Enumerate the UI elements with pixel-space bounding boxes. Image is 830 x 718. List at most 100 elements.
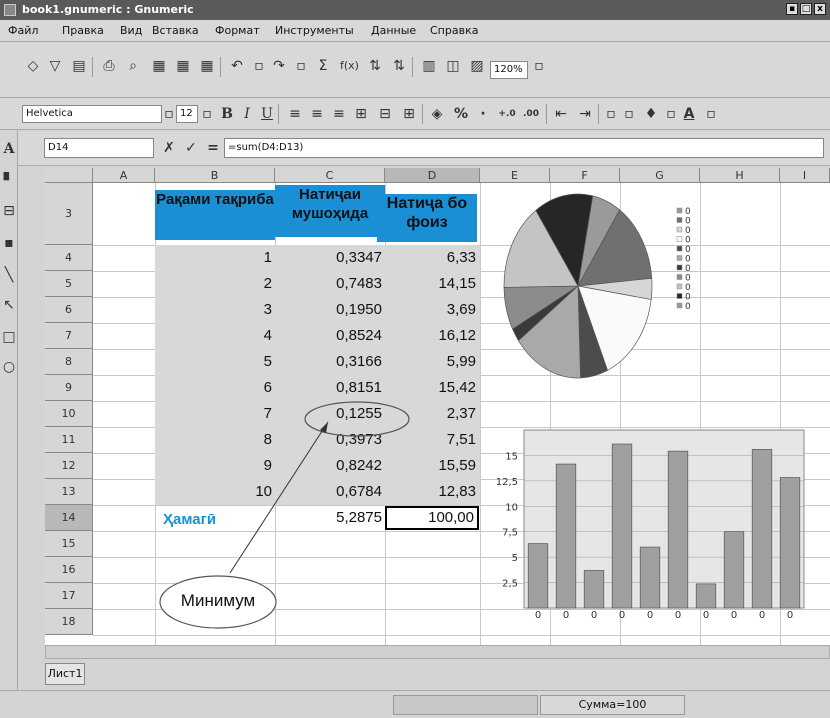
legend-swatch [676,207,683,214]
unmerge-icon[interactable]: ⊞ [400,105,418,123]
size-dropdown-icon[interactable]: ▫ [198,105,216,123]
bar [583,570,605,609]
legend-label: 0 [685,226,691,236]
bold-button[interactable]: B [218,105,236,123]
indent-increase-icon[interactable]: ⇥ [576,105,594,123]
graph-icon[interactable]: ▨ [468,57,486,75]
font-name-field[interactable]: Helvetica [22,105,162,123]
window-menu-icon[interactable] [4,4,16,16]
indent-decrease-icon[interactable]: ⇤ [552,105,570,123]
thousands-button[interactable]: · [474,105,492,123]
equals-button[interactable]: = [204,139,222,157]
legend-label: 0 [685,283,691,293]
percent-button[interactable]: % [452,105,470,123]
function-icon[interactable]: f(x) [340,57,359,75]
menu-view[interactable]: Вид [120,24,142,37]
label-tool-icon[interactable]: ▘ [0,172,18,190]
arrow-tool-icon[interactable]: ↖ [0,296,18,314]
borders-dropdown-icon[interactable]: ▫ [620,105,638,123]
italic-button[interactable]: I [238,105,256,123]
zoom-dropdown-icon[interactable]: ▫ [530,57,548,75]
menu-help[interactable]: Справка [430,24,478,37]
undo-icon[interactable]: ↶ [228,57,246,75]
menu-file[interactable]: Файл [8,24,38,37]
print-preview-icon[interactable]: ⌕ [124,57,142,75]
center-across-icon[interactable]: ⊟ [376,105,394,123]
legend-swatch [676,245,683,252]
close-button[interactable]: x [814,3,826,15]
open-icon[interactable]: ▽ [46,57,64,75]
annotation-arrow-line[interactable] [229,421,329,574]
frame-tool-icon[interactable]: ⊟ [0,202,18,220]
zoom-field[interactable]: 120% [490,61,528,79]
cut-icon[interactable]: ▦ [150,57,168,75]
save-icon[interactable]: ▤ [70,57,88,75]
rectangle-tool-icon[interactable]: □ [0,328,18,346]
cancel-button[interactable]: ✗ [160,139,178,157]
spreadsheet-grid[interactable]: A B C D E F G H I 3 4 5 6 7 8 9 10 11 12… [45,168,830,645]
button-tool-icon[interactable]: ▪ [0,234,18,252]
bar [695,583,717,609]
formula-input[interactable]: =sum(D4:D13) [224,138,824,158]
title-bar: book1.gnumeric : Gnumeric ▪ □ x [0,0,830,20]
legend-swatch [676,236,683,242]
fill-dropdown-icon[interactable]: ▫ [662,105,680,123]
menu-edit[interactable]: Правка [62,24,104,37]
copy-icon[interactable]: ▦ [174,57,192,75]
menu-tools[interactable]: Инструменты [275,24,354,37]
y-tick-label: 12,5 [496,477,518,488]
sheet-tab[interactable]: Лист1 [45,663,85,685]
minimize-button[interactable]: ▪ [786,3,798,15]
paste-icon[interactable]: ▦ [198,57,216,75]
legend-label: 0 [685,264,691,274]
legend-swatch [676,217,683,223]
increase-decimals-button[interactable]: +.0 [498,105,516,123]
text-tool-icon[interactable]: A [0,140,18,158]
legend-label: 0 [685,245,691,255]
bar-chart[interactable]: 15 12,5 10 7,5 5 2,5 0 0 0 0 0 0 0 0 0 0 [480,420,815,620]
decrease-decimals-button[interactable]: .00 [522,105,540,123]
y-tick-label: 7,5 [502,528,518,539]
chart-icon[interactable]: ▥ [420,57,438,75]
align-center-icon[interactable]: ≡ [308,105,326,123]
print-icon[interactable]: ⎙ [100,57,118,75]
font-color-icon[interactable]: A [680,105,698,123]
align-right-icon[interactable]: ≡ [330,105,348,123]
redo-dropdown-icon[interactable]: ▫ [292,57,310,75]
borders-icon[interactable]: ▫ [602,105,620,123]
menu-format[interactable]: Формат [215,24,260,37]
sum-icon[interactable]: Σ [314,57,332,75]
menu-insert[interactable]: Вставка [152,24,199,37]
bar [527,543,549,609]
sort-descending-icon[interactable]: ⇅ [390,57,408,75]
bar [611,443,633,609]
sort-ascending-icon[interactable]: ⇅ [366,57,384,75]
merge-icon[interactable]: ⊞ [352,105,370,123]
undo-dropdown-icon[interactable]: ▫ [250,57,268,75]
new-icon[interactable]: ◇ [24,57,42,75]
legend-swatch [676,293,683,299]
formula-bar: D14 ✗ ✓ = =sum(D4:D13) [18,132,830,166]
minimum-highlight-ellipse[interactable] [304,401,410,437]
line-tool-icon[interactable]: ╲ [0,266,18,284]
cell-reference-field[interactable]: D14 [44,138,154,158]
status-sum: Сумма=100 [540,695,685,715]
maximize-button[interactable]: □ [800,3,812,15]
image-icon[interactable]: ◫ [444,57,462,75]
ellipse-tool-icon[interactable]: ○ [0,358,18,376]
redo-icon[interactable]: ↷ [270,57,288,75]
x-tick-label: 0 [591,610,597,620]
legend-label: 0 [685,293,691,303]
pie-chart[interactable]: 00000000000 [500,190,710,385]
accept-button[interactable]: ✓ [182,139,200,157]
currency-icon[interactable]: ◈ [428,105,446,123]
align-left-icon[interactable]: ≡ [286,105,304,123]
horizontal-scrollbar[interactable] [45,645,830,659]
fill-color-icon[interactable]: ♦ [642,105,660,123]
bar [555,463,577,609]
x-tick-label: 0 [759,610,765,620]
underline-button[interactable]: U [258,105,276,123]
font-size-field[interactable]: 12 [176,105,198,123]
menu-data[interactable]: Данные [371,24,416,37]
font-color-dropdown-icon[interactable]: ▫ [702,105,720,123]
